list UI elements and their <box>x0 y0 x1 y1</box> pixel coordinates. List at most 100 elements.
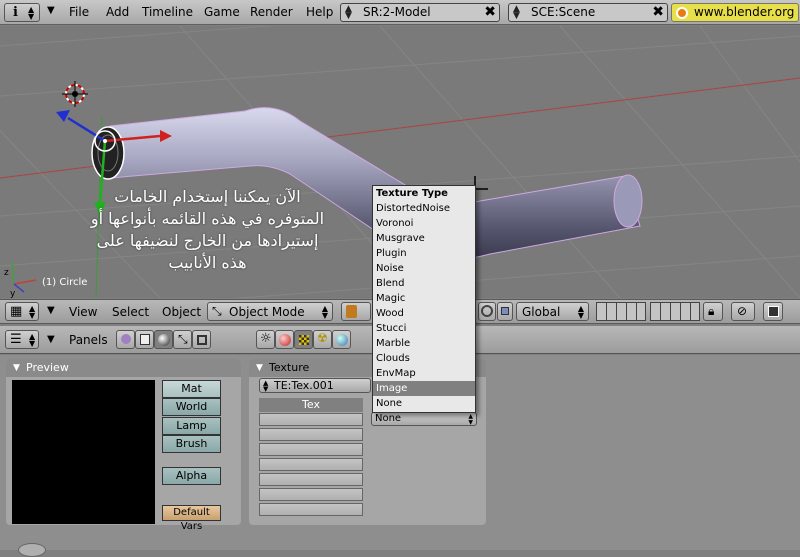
texture-slot[interactable] <box>259 473 363 486</box>
popup-item-none[interactable]: None <box>373 396 475 411</box>
editing-context-button[interactable] <box>192 330 211 349</box>
menu-file[interactable]: File <box>69 5 89 19</box>
menu-help[interactable]: Help <box>306 5 333 19</box>
pivot-button[interactable] <box>478 302 496 321</box>
object-context-button[interactable]: ⤡ <box>173 330 192 349</box>
menu-view[interactable]: View <box>69 305 97 319</box>
brush-button[interactable]: Brush <box>162 435 221 453</box>
popup-item-musgrave[interactable]: Musgrave <box>373 231 475 246</box>
popup-item-marble[interactable]: Marble <box>373 336 475 351</box>
chevron-updown-icon: ▲ ▼ <box>29 304 36 320</box>
menu-timeline[interactable]: Timeline <box>142 5 193 19</box>
tex-column-header: Tex <box>259 398 363 412</box>
lamp-button[interactable]: Lamp <box>162 417 221 435</box>
radiosity-subcontext-button[interactable]: ☢ <box>313 330 332 349</box>
texture-name-field[interactable]: ▲ ▼ TE:Tex.001 <box>259 378 371 393</box>
panels-label: Panels <box>69 333 108 347</box>
info-editor-type-button[interactable]: i ▲ ▼ <box>4 3 40 22</box>
world-button[interactable]: World <box>162 398 221 416</box>
menu-render[interactable]: Render <box>250 5 293 19</box>
world-subcontext-button[interactable] <box>332 330 351 349</box>
mode-label: Object Mode <box>229 305 305 319</box>
script-context-button[interactable] <box>135 330 154 349</box>
texture-type-popup-menu: Texture Type DistortedNoise Voronoi Musg… <box>372 185 476 413</box>
menu-object[interactable]: Object <box>162 305 201 319</box>
popup-item-distortednoise[interactable]: DistortedNoise <box>373 201 475 216</box>
popup-item-blend[interactable]: Blend <box>373 276 475 291</box>
link-button[interactable]: ⊘ <box>731 302 755 321</box>
url-text: www.blender.org 2 <box>694 5 799 19</box>
texture-slot[interactable] <box>259 488 363 501</box>
popup-item-voronoi[interactable]: Voronoi <box>373 216 475 231</box>
draw-type-icon <box>346 305 357 318</box>
lock-button[interactable]: 🔒︎ <box>703 302 723 321</box>
menu-select[interactable]: Select <box>112 305 149 319</box>
caption-line: المتوفره في هذه القائمه بأنواعها أو <box>90 209 325 228</box>
context-buttons-group-1: ⤡ <box>116 330 213 349</box>
mode-selector[interactable]: ⤡ Object Mode ▲ ▼ <box>207 302 333 321</box>
svg-text:z: z <box>4 268 9 278</box>
menu-add[interactable]: Add <box>106 5 129 19</box>
collapse-triangle-icon[interactable]: ▼ <box>13 359 20 377</box>
scene-name: SCE:Scene <box>531 5 596 19</box>
caption-line: هذه الأنابيب <box>168 253 247 272</box>
popup-item-image[interactable]: Image <box>373 381 475 396</box>
popup-title: Texture Type <box>376 188 448 199</box>
texture-slot[interactable] <box>259 458 363 471</box>
context-buttons-group-2: ☼ ☢ <box>256 330 353 349</box>
popup-item-stucci[interactable]: Stucci <box>373 321 475 336</box>
close-icon[interactable]: ✖ <box>652 4 664 21</box>
square-icon <box>501 307 509 315</box>
collapse-triangle-icon[interactable]: ▼ <box>47 334 55 345</box>
menu-game[interactable]: Game <box>204 5 240 19</box>
layer-buttons[interactable] <box>596 302 700 321</box>
material-subcontext-button[interactable] <box>275 330 294 349</box>
texture-panel-title: Texture <box>269 361 310 374</box>
preview-panel-header[interactable]: ▼ Preview <box>6 359 241 377</box>
scroll-indicator[interactable] <box>18 543 46 557</box>
chevron-updown-icon: ▲ ▼ <box>29 332 36 348</box>
radiosity-icon: ☢ <box>317 331 328 345</box>
logic-icon <box>121 334 131 344</box>
texture-slot[interactable] <box>259 413 363 426</box>
shading-context-button[interactable] <box>154 330 173 349</box>
view-axis-widget-icon: z y <box>4 261 37 298</box>
mat-button[interactable]: Mat <box>162 380 221 398</box>
orientation-selector[interactable]: Global ▲ ▼ <box>516 302 589 321</box>
script-icon <box>140 334 150 345</box>
grid-icon: ▦ <box>10 304 23 319</box>
screen-selector[interactable]: ▲ ▼ SR:2-Model ✖ <box>340 3 500 22</box>
texture-type-selector[interactable]: None ▲ ▼ <box>371 412 477 426</box>
chevron-updown-icon: ▲ ▼ <box>513 4 520 21</box>
texture-type-value: None <box>375 413 402 424</box>
lamp-sun-icon: ☼ <box>260 331 272 346</box>
popup-item-plugin[interactable]: Plugin <box>373 246 475 261</box>
collapse-triangle-icon[interactable]: ▼ <box>47 305 55 316</box>
screen-name: SR:2-Model <box>363 5 431 19</box>
popup-item-envmap[interactable]: EnvMap <box>373 366 475 381</box>
texture-subcontext-button[interactable] <box>294 330 313 349</box>
texture-slot[interactable] <box>259 428 363 441</box>
grid-editor-type-button[interactable]: ▦ ▲ ▼ <box>5 302 39 321</box>
chevron-updown-icon: ▲ ▼ <box>468 413 473 426</box>
render-button[interactable] <box>763 302 783 321</box>
scene-selector[interactable]: ▲ ▼ SCE:Scene ✖ <box>508 3 668 22</box>
default-vars-button[interactable]: Default Vars <box>162 505 221 532</box>
draw-type-selector[interactable] <box>341 302 371 321</box>
collapse-triangle-icon[interactable]: ▼ <box>47 5 55 16</box>
popup-item-clouds[interactable]: Clouds <box>373 351 475 366</box>
alpha-button[interactable]: Alpha <box>162 467 221 485</box>
texture-slot[interactable] <box>259 443 363 456</box>
buttons-editor-type-button[interactable]: ☰ ▲ ▼ <box>5 330 39 349</box>
blender-url-box[interactable]: www.blender.org 2 <box>671 3 799 22</box>
collapse-triangle-icon[interactable]: ▼ <box>256 359 263 377</box>
popup-item-noise[interactable]: Noise <box>373 261 475 276</box>
manipulator-button[interactable] <box>497 302 513 321</box>
preview-render-area <box>12 380 155 524</box>
close-icon[interactable]: ✖ <box>484 4 496 21</box>
logic-context-button[interactable] <box>116 330 135 349</box>
popup-item-magic[interactable]: Magic <box>373 291 475 306</box>
popup-item-wood[interactable]: Wood <box>373 306 475 321</box>
lamp-subcontext-button[interactable]: ☼ <box>256 330 275 349</box>
texture-slot[interactable] <box>259 503 363 516</box>
